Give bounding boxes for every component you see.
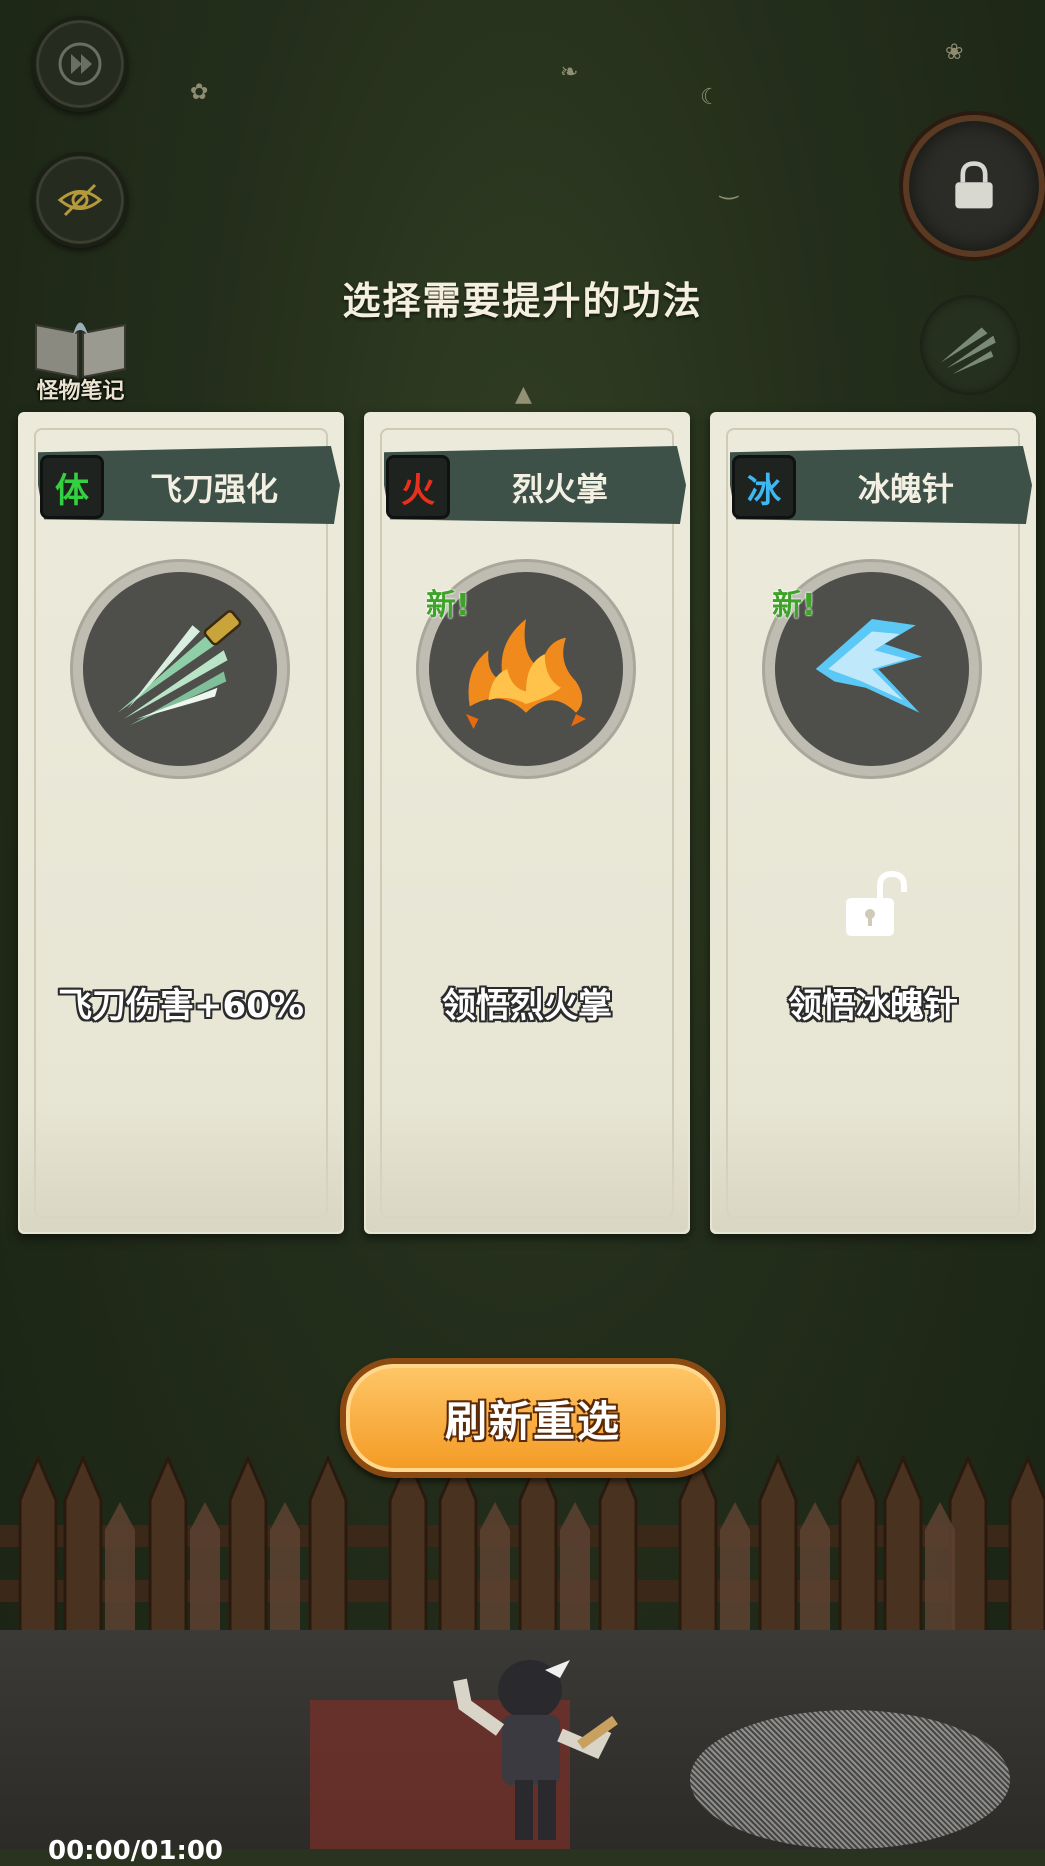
leaf-decor: ✿ <box>190 80 209 105</box>
lock-icon <box>955 161 993 209</box>
obscured-region <box>690 1710 1010 1849</box>
eye-off-icon <box>57 183 103 217</box>
new-badge: 新! <box>772 588 816 623</box>
card-inner-border <box>726 428 1020 1218</box>
skill-card-ice-needle[interactable]: 冰 冰魄针 新! 领悟冰魄针 <box>710 412 1036 1234</box>
leaf-decor: ❧ <box>560 60 579 85</box>
ice-needle-icon <box>815 619 922 713</box>
skill-description: 领悟烈火掌 <box>442 986 612 1026</box>
refresh-reroll-button[interactable]: 刷新重选 <box>340 1358 726 1478</box>
element-badge: 体 <box>40 455 104 519</box>
card-mist-decor <box>712 1102 1034 1232</box>
skill-name: 飞刀强化 <box>149 470 278 508</box>
skill-card-flying-knife[interactable]: 体 飞刀强化 飞刀伤害+60% <box>18 412 344 1234</box>
card-inner-border <box>380 428 674 1218</box>
player-character <box>453 1660 618 1840</box>
skill-name: 烈火掌 <box>511 470 608 508</box>
page-title: 选择需要提升的功法 <box>342 279 703 323</box>
timer-text: 00:00/01:00 <box>48 1836 224 1866</box>
element-badge: 冰 <box>732 455 796 519</box>
card-mist-decor <box>20 1102 342 1232</box>
skill-name: 冰魄针 <box>857 470 954 508</box>
fire-palm-icon <box>466 619 586 729</box>
skill-description: 领悟冰魄针 <box>788 986 958 1026</box>
unlock-icon <box>846 870 907 936</box>
leaf-decor: ☾ <box>700 85 720 110</box>
card-inner-border <box>34 428 328 1218</box>
leaf-decor: ‿ <box>720 175 738 200</box>
hide-ui-button[interactable] <box>32 152 128 248</box>
leaf-decor: ❀ <box>945 40 964 65</box>
lock-button[interactable] <box>903 115 1045 257</box>
flying-knife-icon <box>117 610 242 726</box>
fast-forward-button[interactable] <box>32 16 128 112</box>
new-badge: 新! <box>426 588 470 623</box>
skill-icon-frame <box>83 572 277 766</box>
element-badge: 火 <box>386 455 450 519</box>
leaf-decor: ▲ <box>515 382 532 407</box>
skill-card-fire-palm[interactable]: 火 烈火掌 新! 领悟烈火掌 <box>364 412 690 1234</box>
monster-notes-label: 怪物笔记 <box>36 379 125 404</box>
fast-forward-icon <box>58 42 102 86</box>
card-mist-decor <box>366 1102 688 1232</box>
skill-description: 飞刀伤害+60% <box>58 986 304 1026</box>
